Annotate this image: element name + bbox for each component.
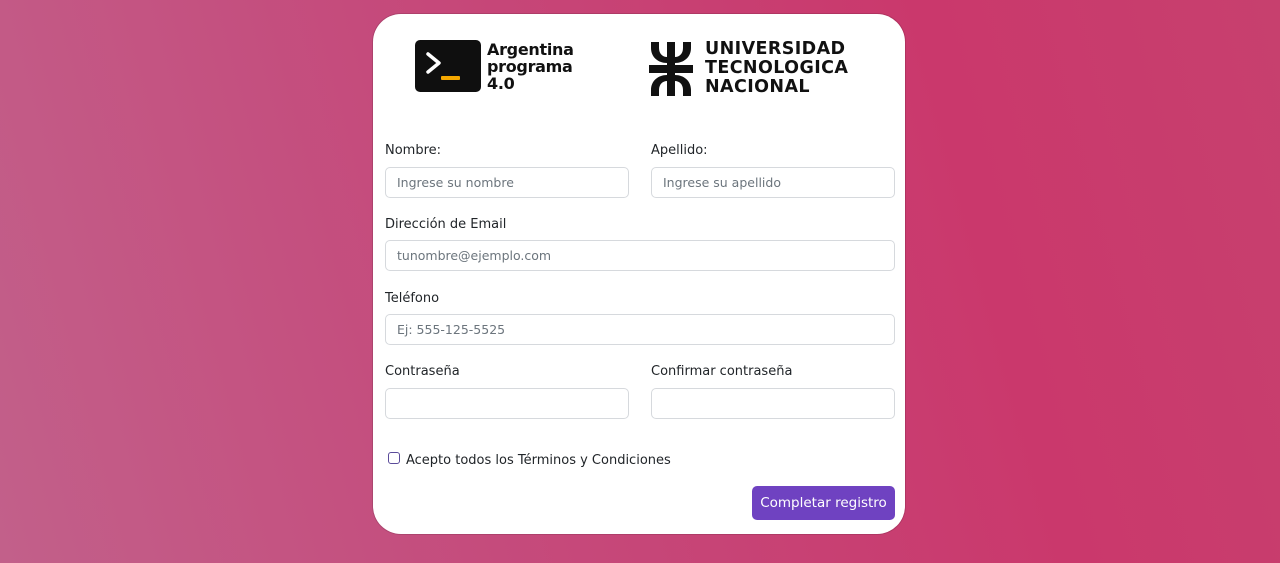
email-label: Dirección de Email	[385, 217, 507, 232]
utn-logo-line-1: UNIVERSIDAD	[705, 39, 846, 59]
email-input[interactable]	[385, 240, 895, 271]
registration-card: Argentina programa 4.0 UNIVERSIDAD TECNO…	[373, 14, 905, 534]
argentina-programa-logo: Argentina programa 4.0	[415, 40, 574, 92]
confirmar-contrasena-label: Confirmar contraseña	[651, 364, 793, 379]
nombre-label: Nombre:	[385, 143, 442, 158]
utn-emblem-icon	[649, 41, 693, 96]
terms-checkbox[interactable]	[388, 452, 400, 464]
utn-logo-line-2: TECNOLOGICA	[705, 58, 849, 78]
contrasena-input[interactable]	[385, 388, 629, 419]
telefono-label: Teléfono	[385, 291, 440, 306]
terms-label[interactable]: Acepto todos los Términos y Condiciones	[406, 453, 671, 468]
ap-logo-line-2: programa	[487, 56, 573, 76]
apellido-label: Apellido:	[651, 143, 708, 158]
ap-logo-line-1: Argentina	[487, 39, 574, 59]
nombre-input[interactable]	[385, 167, 629, 198]
confirmar-contrasena-input[interactable]	[651, 388, 895, 419]
completar-registro-button[interactable]: Completar registro	[752, 486, 895, 520]
terminal-prompt-icon	[415, 40, 481, 92]
apellido-input[interactable]	[651, 167, 895, 198]
telefono-input[interactable]	[385, 314, 895, 345]
contrasena-label: Contraseña	[385, 364, 460, 379]
utn-logo: UNIVERSIDAD TECNOLOGICA NACIONAL	[649, 40, 848, 97]
utn-logo-line-3: NACIONAL	[705, 77, 810, 97]
ap-logo-line-3: 4.0	[487, 73, 515, 93]
